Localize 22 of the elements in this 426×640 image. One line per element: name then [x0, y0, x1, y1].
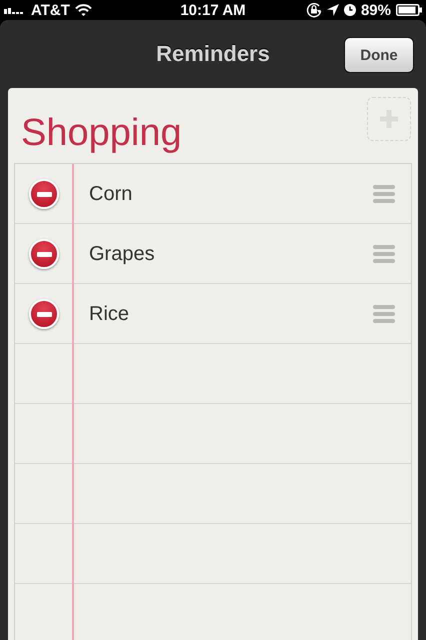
- reorder-handle-icon[interactable]: [373, 305, 395, 323]
- reminder-text: Rice: [89, 302, 130, 326]
- done-button[interactable]: Done: [344, 37, 414, 73]
- add-button[interactable]: [367, 96, 411, 140]
- status-time: 10:17 AM: [180, 2, 246, 18]
- reminder-text: Grapes: [89, 242, 156, 266]
- battery-icon: [396, 4, 422, 16]
- delete-button[interactable]: [29, 239, 59, 269]
- location-arrow-icon: [326, 4, 339, 16]
- signal-icon: [4, 6, 26, 14]
- rotation-lock-icon: [306, 2, 322, 18]
- reorder-handle-icon[interactable]: [373, 185, 395, 203]
- clock-icon: [344, 4, 356, 16]
- nav-title: Reminders: [156, 41, 270, 67]
- delete-button[interactable]: [29, 299, 59, 329]
- wifi-icon: [74, 4, 92, 16]
- reminder-text: Corn: [89, 182, 134, 206]
- reorder-handle-icon[interactable]: [373, 245, 395, 263]
- carrier-name: AT&T: [31, 2, 70, 18]
- list-title: Shopping: [21, 112, 182, 155]
- battery-percent: 89%: [360, 2, 391, 18]
- delete-button[interactable]: [29, 179, 59, 209]
